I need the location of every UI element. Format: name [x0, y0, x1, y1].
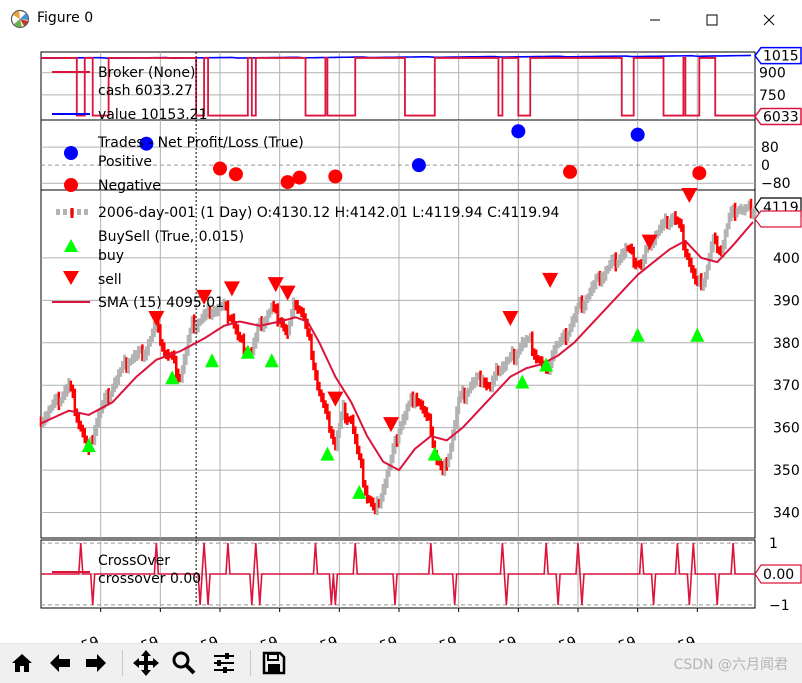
ytick-label-price: 400 — [773, 251, 800, 267]
maximize-icon — [706, 14, 718, 26]
minimize-button[interactable] — [627, 0, 683, 40]
ytick-label-price: 390 — [773, 293, 800, 309]
zoom-button[interactable] — [168, 647, 200, 679]
window-title: Figure 0 — [37, 10, 94, 26]
legend-value-label: value 10153.21 — [98, 107, 208, 123]
ytick-label-broker: 750 — [759, 88, 786, 104]
window-titlebar: Figure 0 — [0, 0, 802, 40]
ytick-label-broker: 900 — [759, 66, 786, 82]
legend-crossover-title: CrossOver — [98, 553, 170, 569]
legend-swatch-positive — [64, 146, 78, 160]
legend-negative-label: Negative — [98, 178, 161, 194]
ytick-label-price: 360 — [773, 421, 800, 437]
xtick-label: 23:59 — [58, 634, 101, 643]
figure-canvas[interactable]: 750 900 Broker (None) cash 6033.27 value 101… — [0, 40, 802, 643]
legend-cash-label: cash 6033.27 — [98, 83, 193, 99]
magnifier-icon — [172, 651, 196, 675]
trade-positive-marker — [511, 124, 526, 139]
forward-button[interactable] — [80, 647, 112, 679]
legend-buy-label: buy — [98, 248, 124, 264]
arrow-left-icon — [50, 654, 70, 672]
crossover-tag-label: 0.00 — [763, 567, 794, 583]
xtick-label: 23:59 — [595, 634, 638, 643]
xtick-label: 23:59 — [476, 634, 519, 643]
toolbar-separator — [122, 650, 123, 676]
xtick-label: 23:59 — [297, 634, 340, 643]
trade-negative-marker — [292, 170, 307, 185]
sliders-icon — [214, 653, 234, 673]
legend-buysell-title: BuySell (True, 0.015) — [98, 229, 244, 245]
maximize-button[interactable] — [684, 0, 740, 40]
legend-broker-title: Broker (None) — [98, 65, 196, 81]
ytick-label-trades: −80 — [761, 176, 791, 192]
legend-trades-title: Trades - Net Profit/Loss (True) — [97, 135, 304, 151]
trade-negative-marker — [280, 175, 295, 190]
ytick-label-price: 380 — [773, 336, 800, 352]
value-tag-label: 6033 — [763, 110, 799, 126]
xtick-label: 23:59 — [416, 634, 459, 643]
home-button[interactable] — [6, 647, 38, 679]
legend-swatch-negative — [64, 178, 78, 192]
trade-negative-marker — [692, 166, 707, 181]
legend-ohlc-label: 2006-day-001 (1 Day) O:4130.12 H:4142.01… — [98, 205, 560, 221]
back-button[interactable] — [44, 647, 76, 679]
trade-negative-marker — [563, 164, 578, 179]
pan-button[interactable] — [130, 647, 162, 679]
close-button[interactable] — [741, 0, 797, 40]
xtick-label: 23:59 — [118, 634, 161, 643]
xtick-label: 23:59 — [356, 634, 399, 643]
legend-sell-label: sell — [98, 272, 122, 288]
trade-negative-marker — [212, 161, 227, 176]
watermark: CSDN @六月闻君 — [673, 657, 788, 673]
arrow-right-icon — [86, 654, 106, 672]
home-icon — [12, 654, 32, 672]
move-icon — [133, 650, 159, 676]
legend-positive-label: Positive — [98, 154, 152, 170]
legend-crossover-label: crossover 0.00 — [98, 571, 201, 587]
navigation-toolbar: CSDN @六月闻君 — [0, 643, 802, 683]
sma-tag — [754, 210, 802, 228]
xtick-label: 23:59 — [655, 634, 698, 643]
ytick-label-price: 340 — [773, 506, 800, 522]
trade-negative-marker — [228, 167, 243, 182]
close-icon — [763, 14, 775, 26]
trade-positive-marker — [411, 158, 426, 173]
xtick-label: 23:59 — [237, 634, 280, 643]
xtick-label: 23:59 — [535, 634, 578, 643]
legend-sma-label: SMA (15) 4095.01 — [98, 295, 224, 311]
ytick-label-crossover: 1 — [769, 536, 778, 552]
save-button[interactable] — [258, 647, 290, 679]
ytick-label-trades: 0 — [761, 158, 770, 174]
xtick-label: 23:59 — [177, 634, 220, 643]
floppy-icon — [262, 651, 286, 675]
minimize-icon — [650, 19, 660, 21]
ytick-label-price: 370 — [773, 378, 800, 394]
toolbar-separator — [250, 650, 251, 676]
ytick-label-trades: 80 — [761, 140, 779, 156]
subplots-button[interactable] — [208, 647, 240, 679]
trade-negative-marker — [328, 169, 343, 184]
trade-positive-marker — [630, 127, 645, 142]
ytick-label-price: 350 — [773, 463, 800, 479]
value-tag-label: 1015 — [763, 49, 799, 65]
ytick-label-crossover: −1 — [769, 598, 790, 614]
matplotlib-icon — [10, 9, 30, 29]
